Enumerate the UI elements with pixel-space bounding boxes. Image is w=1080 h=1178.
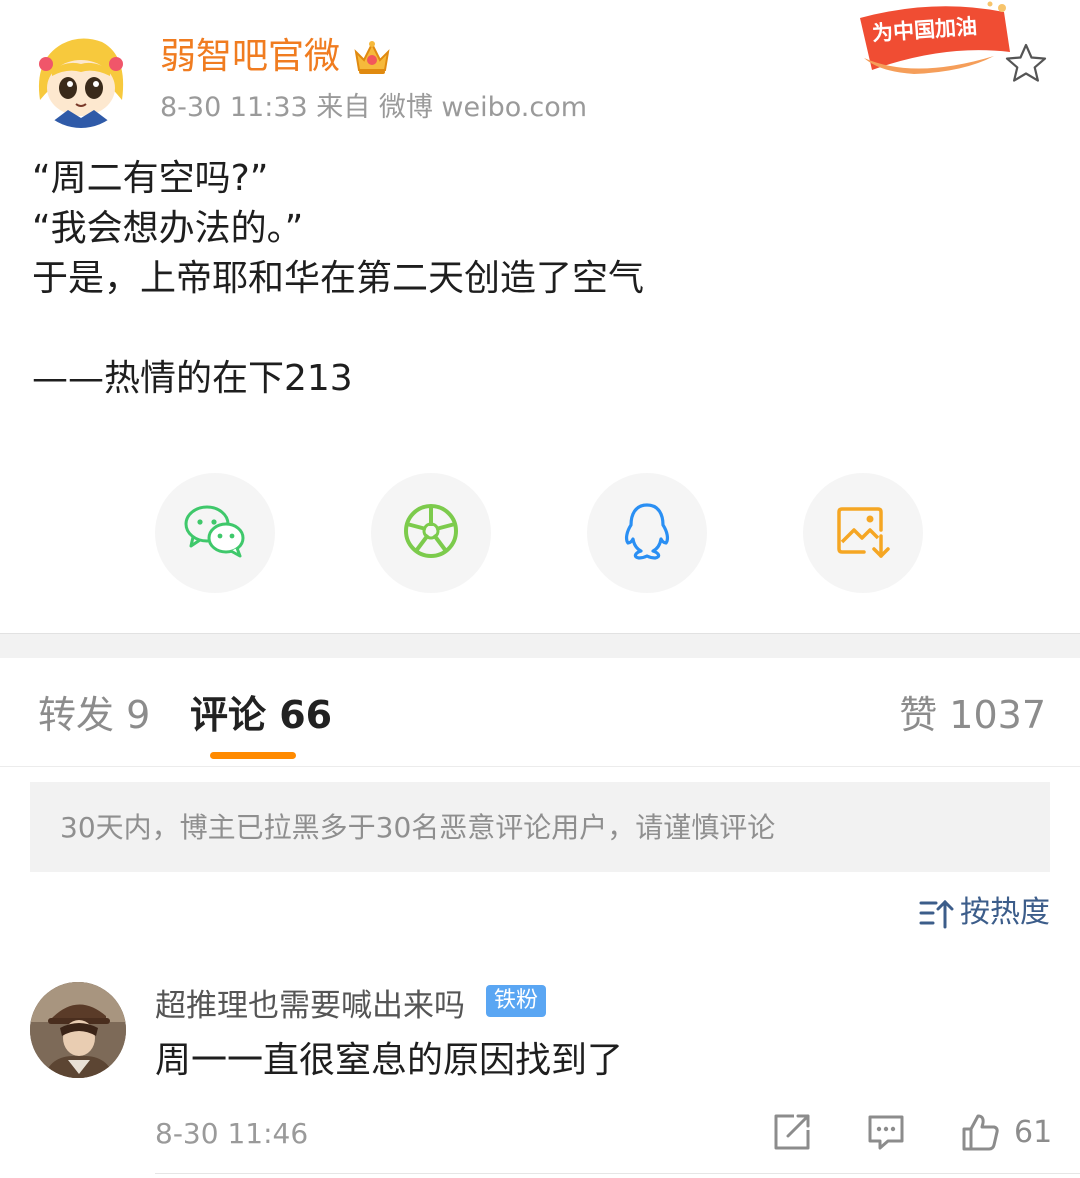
post-line: ——热情的在下213 (32, 358, 353, 399)
fan-badge: 铁粉 (486, 985, 547, 1017)
share-wechat-button[interactable] (155, 473, 275, 593)
reply-comment-icon[interactable] (866, 1112, 906, 1152)
tabs-divider (0, 766, 1080, 767)
save-image-button[interactable] (803, 473, 923, 593)
qq-icon (621, 501, 673, 565)
share-comment-icon[interactable] (772, 1112, 812, 1152)
author-avatar[interactable] (32, 30, 130, 128)
post-line: 于是，上帝耶和华在第二天创造了空气 (32, 258, 645, 299)
comment-notice-text: 30天内，博主已拉黑多于30名恶意评论用户，请谨慎评论 (60, 811, 776, 844)
like-comment-icon[interactable] (960, 1112, 1000, 1152)
favorite-star-icon[interactable] (1004, 42, 1048, 84)
tab-comments[interactable]: 评论 66 (190, 690, 332, 740)
author-name[interactable]: 弱智吧官微 (160, 32, 340, 82)
sort-icon[interactable] (918, 898, 954, 930)
active-tab-indicator (210, 752, 296, 759)
tab-repost[interactable]: 转发 9 (38, 690, 150, 740)
section-divider (0, 633, 1080, 658)
tab-likes[interactable]: 赞 1037 (899, 690, 1046, 740)
sort-by-hot-button[interactable]: 按热度 (960, 892, 1050, 934)
post-line: “周二有空吗?” (32, 158, 269, 199)
share-qq-button[interactable] (587, 473, 707, 593)
wechat-icon (183, 503, 247, 563)
moments-icon (402, 502, 460, 564)
post-body: “周二有空吗?” “我会想办法的。” 于是，上帝耶和华在第二天创造了空气 ——热… (32, 154, 644, 404)
comment-text: 周一一直很窒息的原因找到了 (155, 1040, 624, 1081)
post-line (32, 304, 644, 354)
comment-time: 8-30 11:46 (155, 1117, 309, 1150)
crown-icon (352, 38, 392, 76)
commenter-name[interactable]: 超推理也需要喊出来吗 (155, 984, 465, 1028)
comment-divider (155, 1173, 1080, 1174)
comment-like-count: 61 (1014, 1115, 1053, 1150)
save-image-icon (834, 502, 892, 564)
post-line: “我会想办法的。” (32, 208, 304, 249)
share-moments-button[interactable] (371, 473, 491, 593)
commenter-avatar[interactable] (30, 982, 126, 1078)
post-meta: 8-30 11:33 来自 微博 weibo.com (160, 92, 588, 123)
